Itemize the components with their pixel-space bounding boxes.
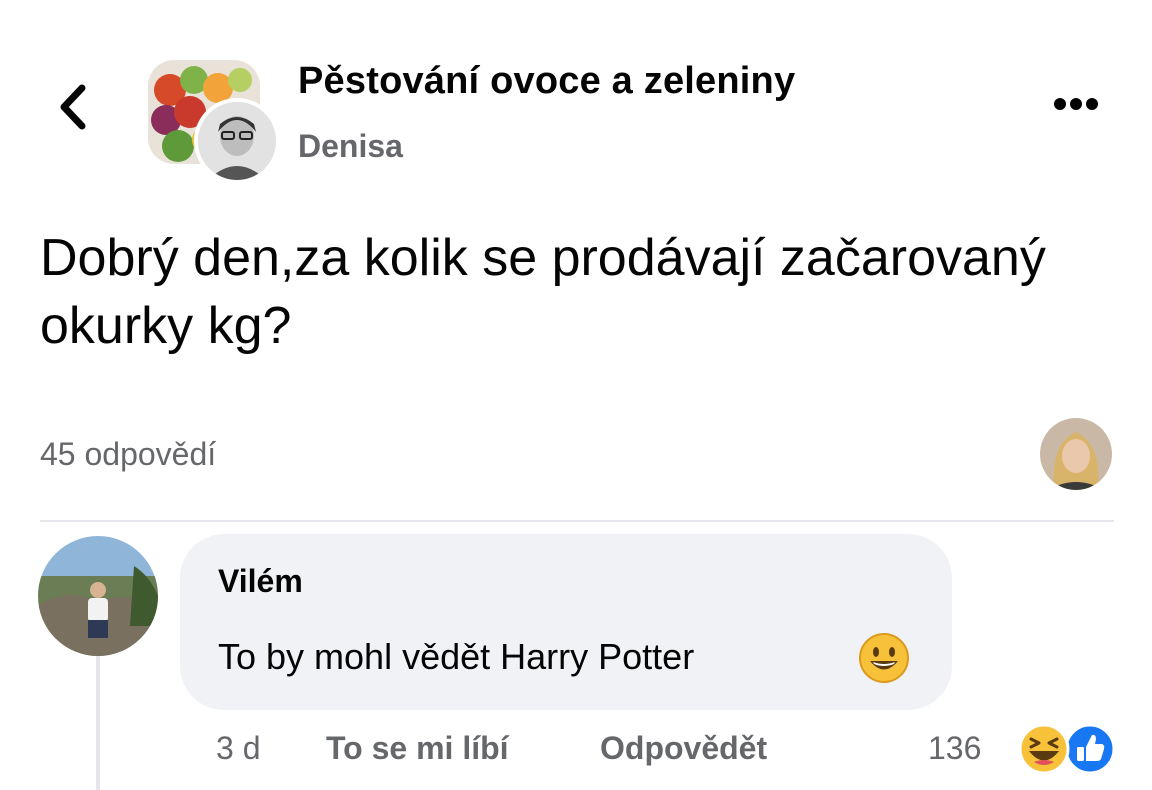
reaction-count[interactable]: 136: [928, 730, 981, 767]
reply-button[interactable]: Odpovědět: [600, 730, 767, 767]
more-options-button[interactable]: [1040, 90, 1110, 120]
divider: [40, 520, 1114, 522]
answers-count-link[interactable]: 45 odpovědí: [40, 436, 216, 473]
like-reaction-icon: [1064, 723, 1116, 775]
viewer-avatar[interactable]: [1040, 418, 1112, 490]
group-name[interactable]: Pěstování ovoce a zeleniny: [298, 60, 795, 103]
like-button[interactable]: To se mi líbí: [326, 730, 509, 767]
post-author-name[interactable]: Denisa: [298, 128, 403, 165]
chevron-left-icon: [60, 84, 86, 130]
thread-line: [96, 656, 100, 790]
commenter-name[interactable]: Vilém: [218, 563, 303, 600]
comment-timestamp: 3 d: [216, 730, 261, 766]
haha-reaction-icon: [1018, 723, 1070, 775]
back-button[interactable]: [52, 82, 96, 132]
comment-text: To by mohl vědět Harry Potter: [218, 636, 695, 677]
post-text: Dobrý den,za kolik se prodávají začarova…: [40, 229, 1046, 355]
comment-bubble: [180, 534, 952, 710]
smiley-emoji-icon: [858, 632, 910, 684]
author-avatar[interactable]: [194, 98, 280, 184]
commenter-avatar[interactable]: [38, 536, 158, 656]
reactions-summary[interactable]: [1014, 722, 1118, 776]
